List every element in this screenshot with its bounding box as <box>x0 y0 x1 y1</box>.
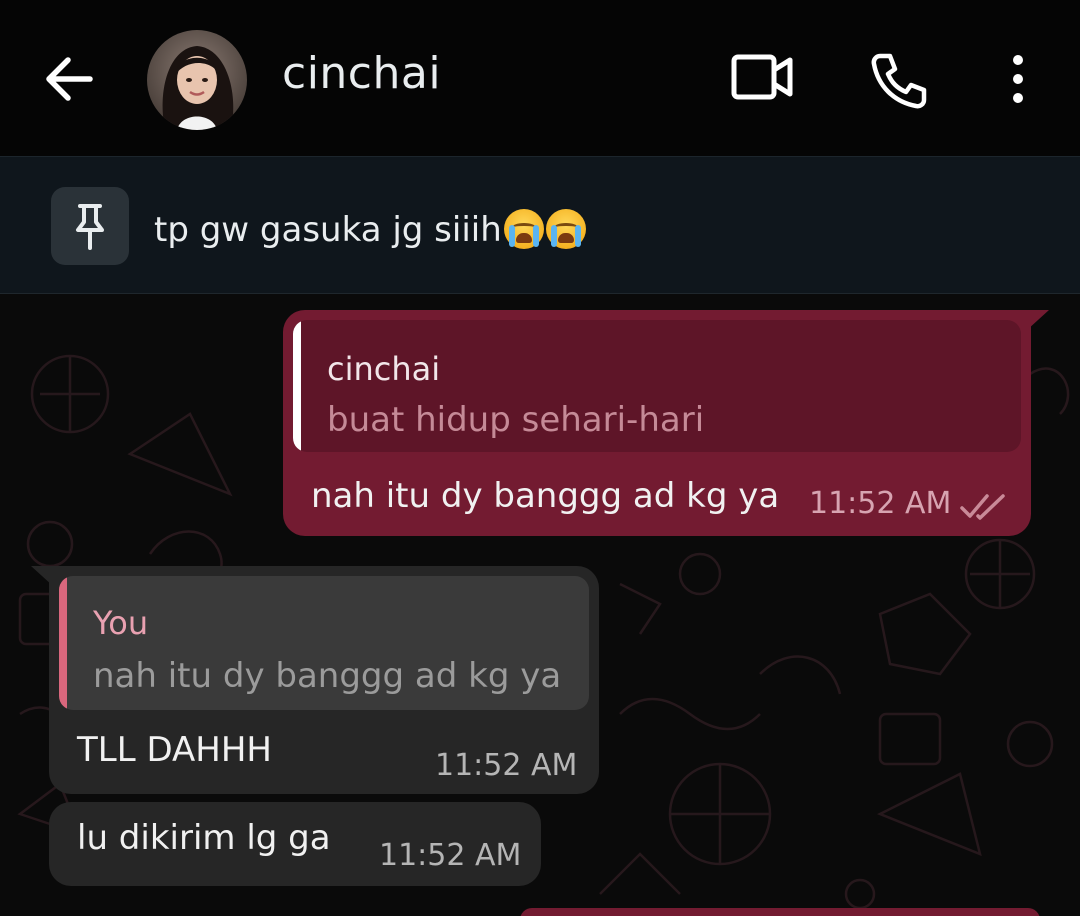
loudly-crying-emoji <box>503 209 544 249</box>
chat-messages-area[interactable]: cinchai buat hidup sehari-hari nah itu d… <box>0 294 1080 916</box>
phone-icon[interactable] <box>868 50 930 112</box>
bubble-tail <box>31 566 53 586</box>
quoted-message[interactable]: You nah itu dy banggg ad kg ya <box>59 576 589 710</box>
next-outgoing-bubble-edge <box>520 908 1040 916</box>
loudly-crying-emoji <box>545 209 586 249</box>
incoming-message-bubble[interactable]: lu dikirim lg ga 11:52 AM <box>49 802 541 886</box>
bubble-tail <box>1027 310 1049 330</box>
quote-text: nah itu dy banggg ad kg ya <box>93 656 562 696</box>
quote-accent-bar <box>293 320 301 452</box>
outgoing-message-bubble[interactable]: cinchai buat hidup sehari-hari nah itu d… <box>283 310 1049 536</box>
incoming-message-bubble[interactable]: You nah itu dy banggg ad kg ya TLL DAHHH… <box>31 566 599 794</box>
quote-author: You <box>93 604 149 642</box>
quote-accent-bar <box>59 576 67 710</box>
more-vert-icon[interactable] <box>1000 52 1036 108</box>
pinned-message-bar[interactable]: tp gw gasuka jg siiih <box>0 156 1080 294</box>
pinned-text-content: tp gw gasuka jg siiih <box>154 210 502 250</box>
read-receipt-icon <box>959 492 1007 526</box>
quote-author: cinchai <box>327 350 441 388</box>
quoted-message[interactable]: cinchai buat hidup sehari-hari <box>293 320 1021 452</box>
back-arrow-icon[interactable] <box>40 50 98 108</box>
message-time: 11:52 AM <box>379 838 522 873</box>
video-call-icon[interactable] <box>730 52 796 106</box>
message-text: lu dikirim lg ga <box>77 818 331 858</box>
quote-text: buat hidup sehari-hari <box>327 400 705 440</box>
message-time: 11:52 AM <box>809 486 952 521</box>
message-text: TLL DAHHH <box>77 730 273 770</box>
message-time: 11:52 AM <box>435 748 578 783</box>
pin-icon <box>51 187 129 265</box>
contact-avatar[interactable] <box>147 30 247 130</box>
pinned-message-text: tp gw gasuka jg siiih <box>154 209 586 250</box>
contact-name[interactable]: cinchai <box>282 48 441 99</box>
message-text: nah itu dy banggg ad kg ya <box>311 476 780 516</box>
chat-header: cinchai <box>0 0 1080 156</box>
